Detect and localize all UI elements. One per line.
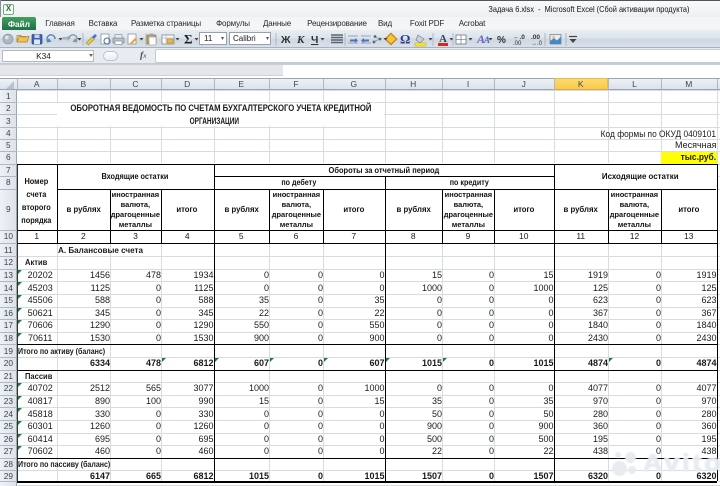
svg-text:.00: .00 <box>531 34 540 41</box>
svg-text:К: К <box>296 34 305 46</box>
svg-text:Ч: Ч <box>311 34 318 46</box>
svg-text:%: % <box>497 35 506 46</box>
svg-text:.00: .00 <box>513 41 522 47</box>
svg-text:Ω: Ω <box>400 32 410 47</box>
svg-text:Ж: Ж <box>280 34 291 46</box>
svg-text:←.0: ←.0 <box>513 34 525 41</box>
svg-text:А: А <box>483 35 490 45</box>
svg-text:Σ: Σ <box>184 32 193 47</box>
svg-text:→.0: →.0 <box>531 41 543 47</box>
